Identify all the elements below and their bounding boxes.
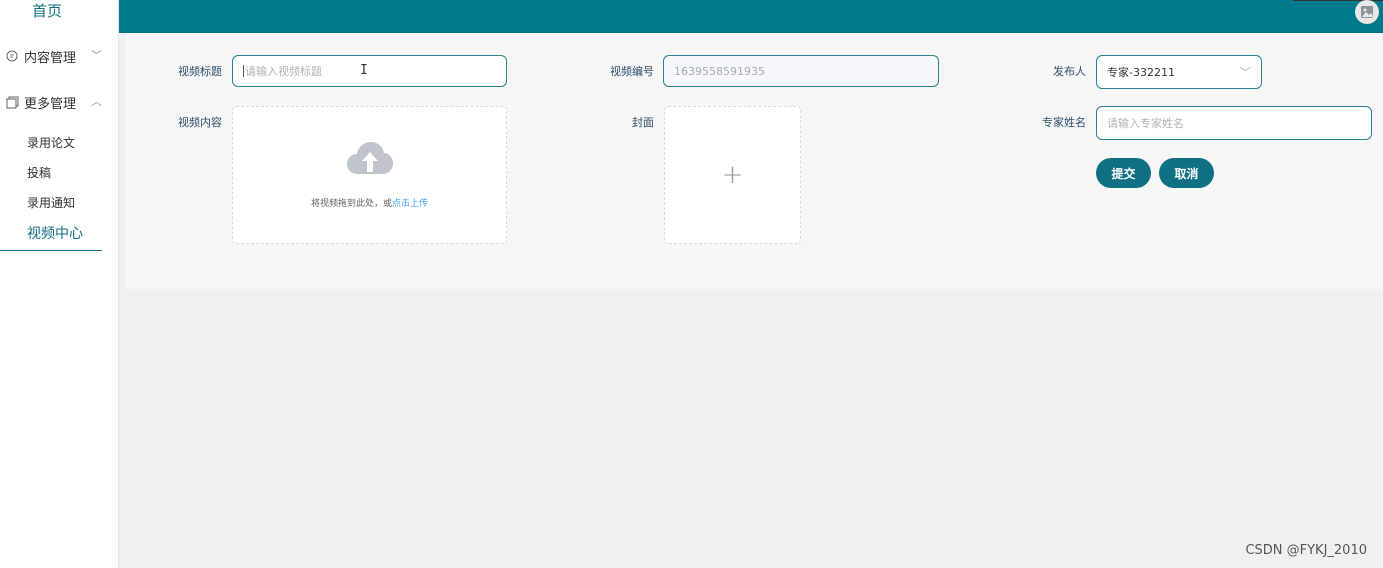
chat-icon bbox=[5, 49, 19, 63]
upload-link[interactable]: 点击上传 bbox=[392, 199, 428, 209]
watermark: CSDN @FYKJ_2010 bbox=[1245, 543, 1367, 558]
video-code-value: 1639558591935 bbox=[674, 64, 765, 78]
top-bar bbox=[119, 0, 1383, 33]
upload-hint: 将视频拖到此处，或点击上传 bbox=[233, 196, 506, 209]
sidebar-item-submission[interactable]: 投稿 bbox=[0, 158, 118, 188]
copy-icon bbox=[5, 95, 19, 109]
expert-name-input[interactable]: 请输入专家姓名 bbox=[1096, 106, 1372, 140]
cloud-upload-icon bbox=[347, 142, 393, 174]
chevron-up-icon: ︿ bbox=[91, 95, 102, 108]
cancel-button[interactable]: 取消 bbox=[1159, 158, 1214, 188]
text-cursor bbox=[243, 65, 244, 77]
image-icon bbox=[1361, 6, 1373, 18]
sidebar-group-label: 内容管理 bbox=[24, 50, 77, 66]
video-content-label: 视频内容 bbox=[178, 116, 222, 129]
publisher-value: 专家-332211 bbox=[1107, 66, 1175, 79]
avatar[interactable] bbox=[1355, 0, 1379, 24]
submit-button[interactable]: 提交 bbox=[1096, 158, 1151, 188]
sidebar-item-acceptance-notice[interactable]: 录用通知 bbox=[0, 188, 118, 218]
publisher-select[interactable]: 专家-332211 ﹀ bbox=[1096, 55, 1262, 89]
video-code-input[interactable]: 1639558591935 bbox=[663, 55, 939, 87]
expert-name-placeholder: 请输入专家姓名 bbox=[1107, 117, 1184, 130]
sidebar-item-video-center[interactable]: 视频中心 bbox=[0, 218, 102, 251]
cover-label: 封面 bbox=[632, 116, 654, 129]
video-title-input[interactable]: 请输入视频标题 bbox=[232, 55, 507, 87]
sidebar-item-accepted-papers[interactable]: 录用论文 bbox=[0, 128, 118, 158]
ibeam-cursor-icon: I bbox=[360, 63, 368, 78]
upload-hint-text: 将视频拖到此处，或 bbox=[310, 199, 392, 209]
sidebar-home[interactable]: 首页 bbox=[0, 0, 118, 22]
chevron-down-icon: ﹀ bbox=[91, 49, 102, 62]
sidebar-submenu: 录用论文 投稿 录用通知 视频中心 bbox=[0, 128, 118, 251]
video-title-label: 视频标题 bbox=[178, 65, 222, 78]
sidebar-group-label: 更多管理 bbox=[24, 96, 77, 112]
video-code-label: 视频编号 bbox=[610, 65, 654, 78]
publisher-label: 发布人 bbox=[1053, 65, 1086, 78]
sidebar-group-more[interactable]: 更多管理 ︿ bbox=[0, 89, 118, 115]
sidebar-group-content[interactable]: 内容管理 ﹀ bbox=[0, 43, 118, 69]
plus-icon: + bbox=[721, 160, 744, 190]
video-title-placeholder: 请输入视频标题 bbox=[245, 65, 322, 78]
cover-uploader[interactable]: + bbox=[664, 106, 801, 244]
video-upload-dropzone[interactable]: 将视频拖到此处，或点击上传 bbox=[232, 106, 507, 244]
sidebar: 首页 内容管理 ﹀ 更多管理 ︿ 录用论文 投稿 录用通知 视频中心 bbox=[0, 0, 119, 568]
chevron-down-icon: ﹀ bbox=[1240, 66, 1251, 79]
expert-name-label: 专家姓名 bbox=[1042, 116, 1086, 129]
